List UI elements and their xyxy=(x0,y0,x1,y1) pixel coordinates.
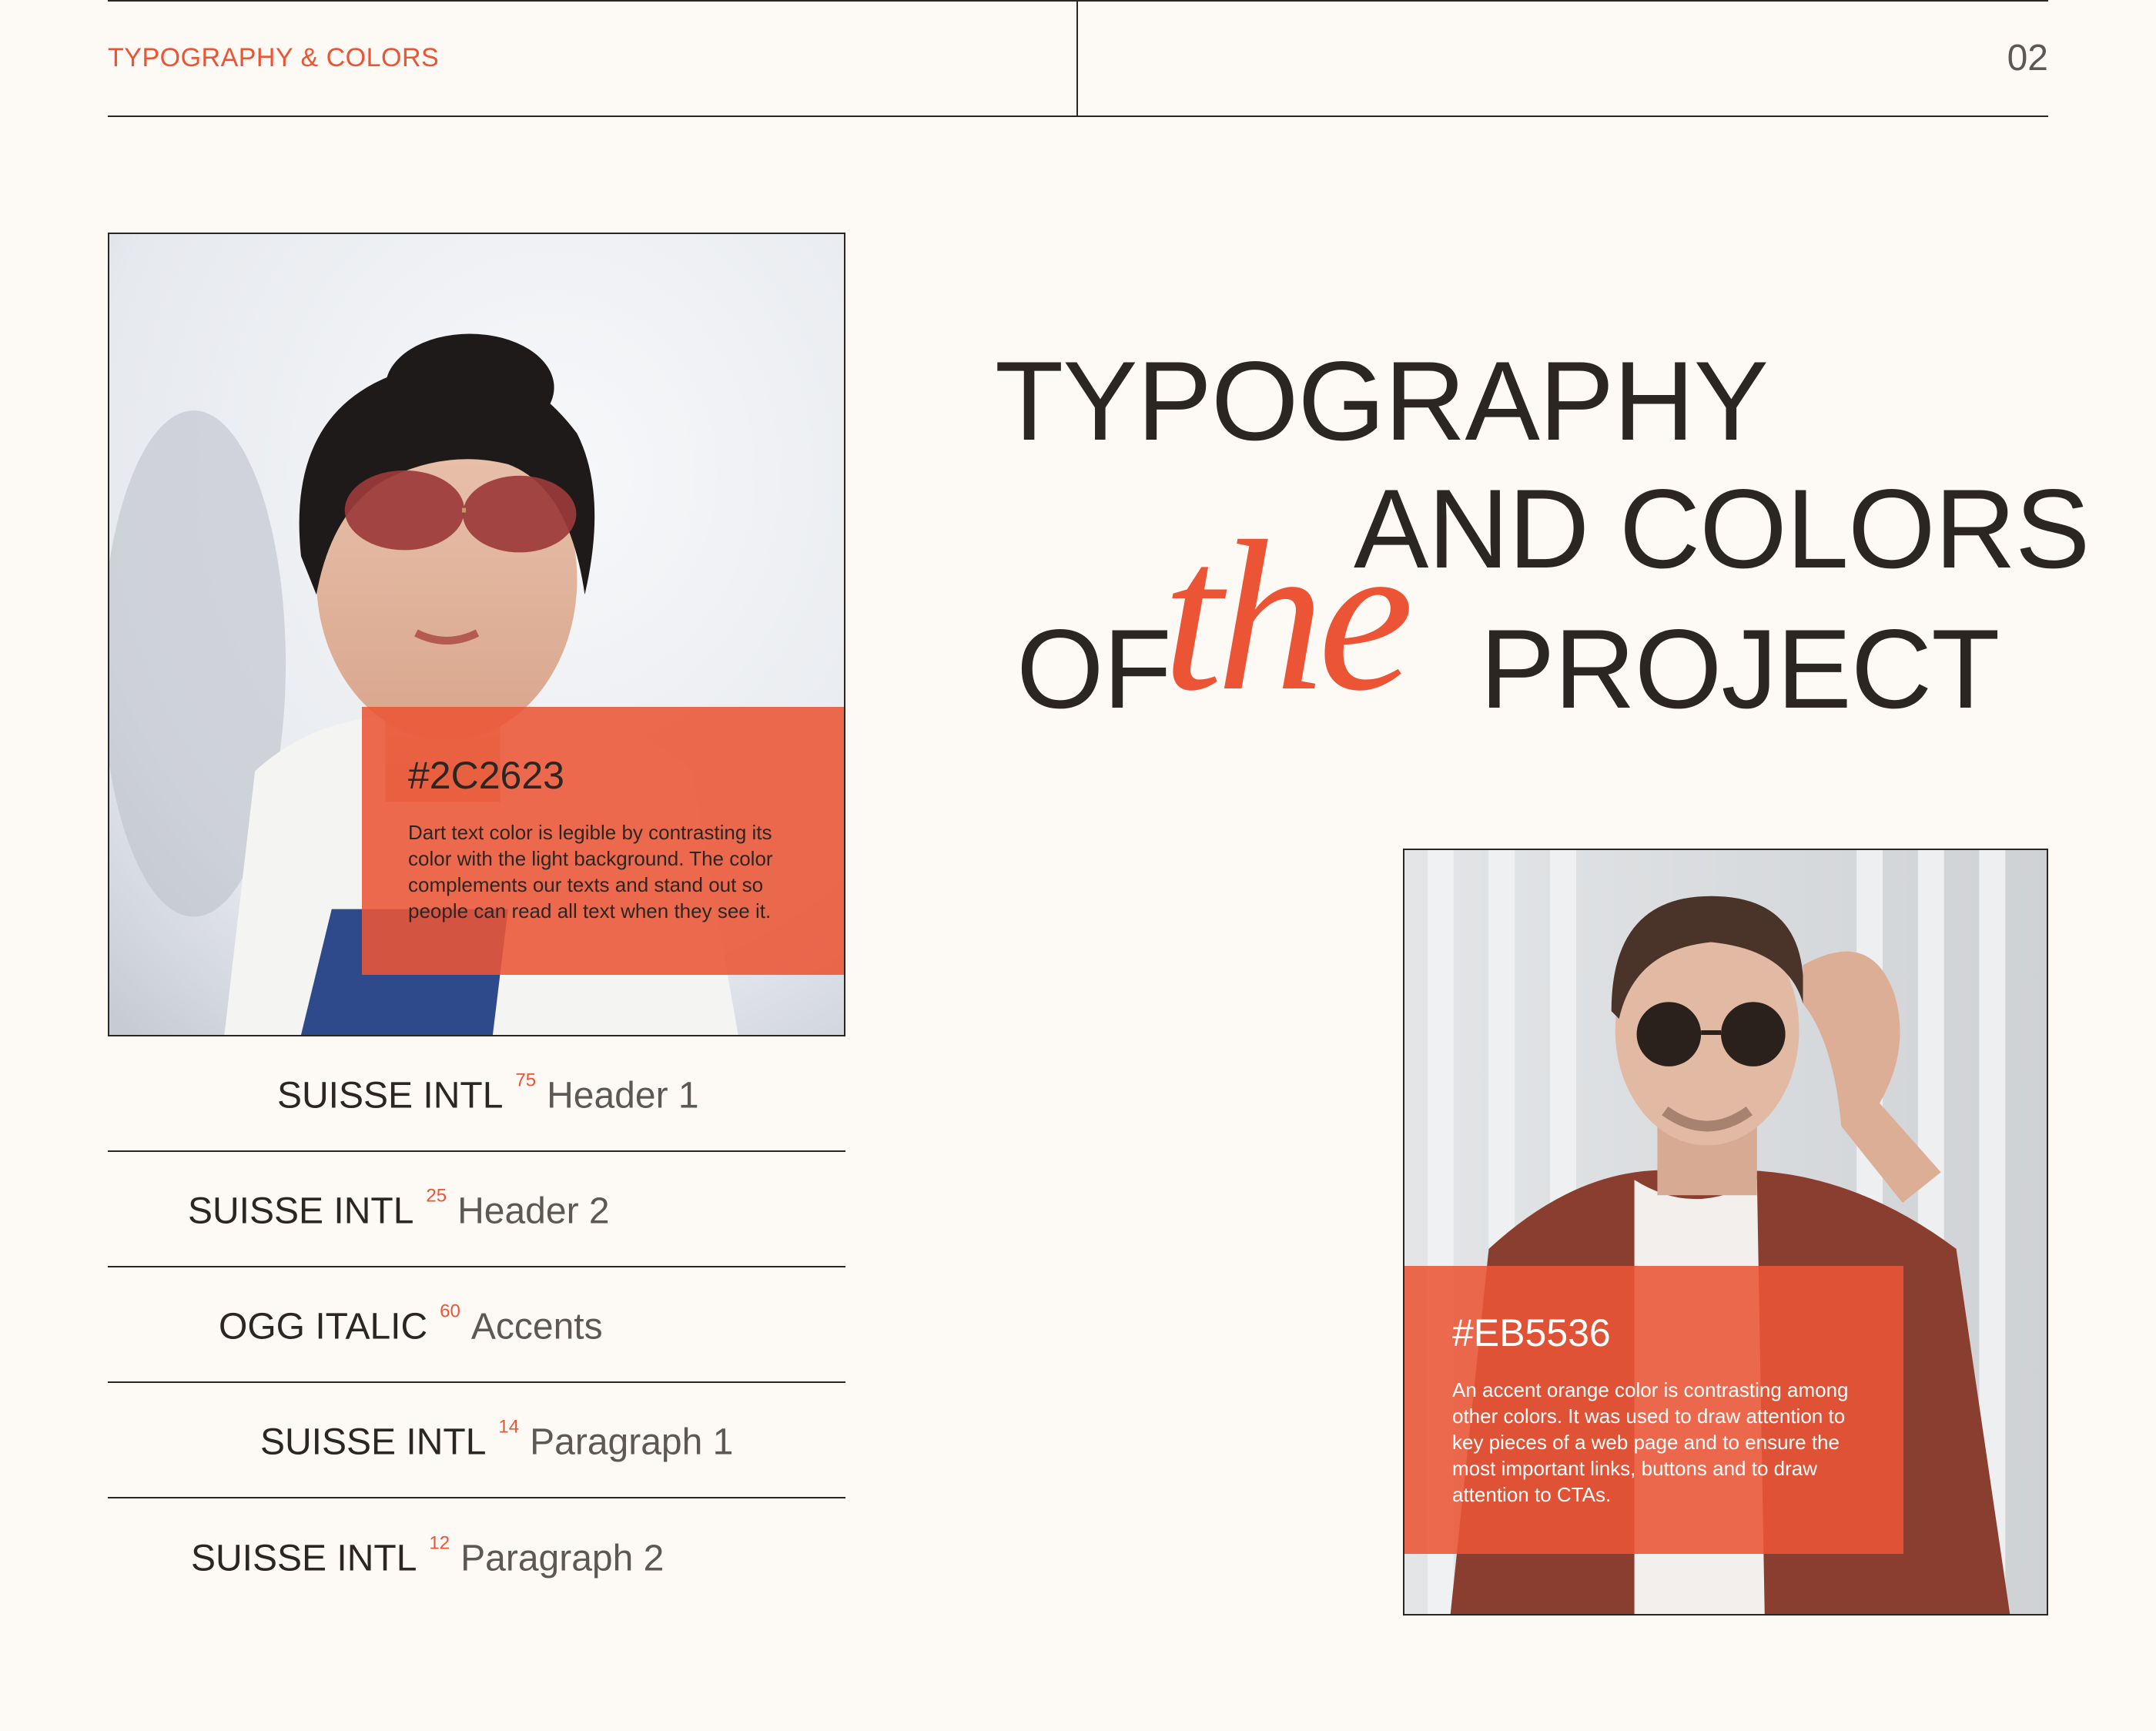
font-role: Header 2 xyxy=(457,1190,610,1232)
font-name: SUISSE INTL xyxy=(191,1538,417,1579)
font-name: SUISSE INTL xyxy=(277,1075,504,1117)
page-number: 02 xyxy=(2007,38,2048,79)
font-name: SUISSE INTL xyxy=(188,1190,414,1232)
header-divider xyxy=(1076,0,1078,116)
type-row-accents: OGG ITALIC 60 Accents xyxy=(108,1267,845,1383)
title-accent-word: the xyxy=(1163,496,1414,735)
color-swatch-dark: #2C2623 Dart text color is legible by co… xyxy=(362,707,844,975)
title-line-3-suffix: PROJECT xyxy=(1480,606,2000,732)
font-role: Paragraph 1 xyxy=(530,1421,734,1463)
color-swatch-accent: #EB5536 An accent orange color is contra… xyxy=(1404,1266,1903,1554)
font-role: Header 1 xyxy=(547,1075,699,1117)
header-top-rule xyxy=(108,0,2048,2)
header-bottom-rule xyxy=(108,116,2048,117)
font-name: OGG ITALIC xyxy=(219,1306,428,1348)
type-row-header-2: SUISSE INTL 25 Header 2 xyxy=(108,1152,845,1267)
font-name: SUISSE INTL xyxy=(260,1421,487,1463)
color-hex: #2C2623 xyxy=(408,754,564,797)
color-hex: #EB5536 xyxy=(1452,1311,1611,1354)
font-size: 75 xyxy=(515,1070,537,1091)
font-role: Paragraph 2 xyxy=(460,1538,665,1579)
font-role: Accents xyxy=(470,1306,603,1348)
font-size: 14 xyxy=(498,1416,520,1438)
type-row-paragraph-1: SUISSE INTL 14 Paragraph 1 xyxy=(108,1383,845,1498)
color-description: Dart text color is legible by contrastin… xyxy=(408,821,773,922)
type-row-header-1: SUISSE INTL 75 Header 1 xyxy=(108,1036,845,1152)
title-line-2: AND COLORS xyxy=(1354,466,2090,591)
font-size: 12 xyxy=(429,1532,450,1554)
section-title: TYPOGRAPHY & COLORS xyxy=(108,43,440,72)
title-line-1: TYPOGRAPHY xyxy=(995,338,1769,464)
font-size: 60 xyxy=(440,1301,460,1322)
color-description: An accent orange color is contrasting am… xyxy=(1452,1378,1849,1506)
title-line-3-prefix: OF xyxy=(1016,606,1172,732)
type-row-paragraph-2: SUISSE INTL 12 Paragraph 2 xyxy=(108,1498,845,1614)
font-size: 25 xyxy=(426,1185,447,1207)
type-scale-list: SUISSE INTL 75 Header 1 SUISSE INTL 25 Heade… xyxy=(108,1036,845,1614)
